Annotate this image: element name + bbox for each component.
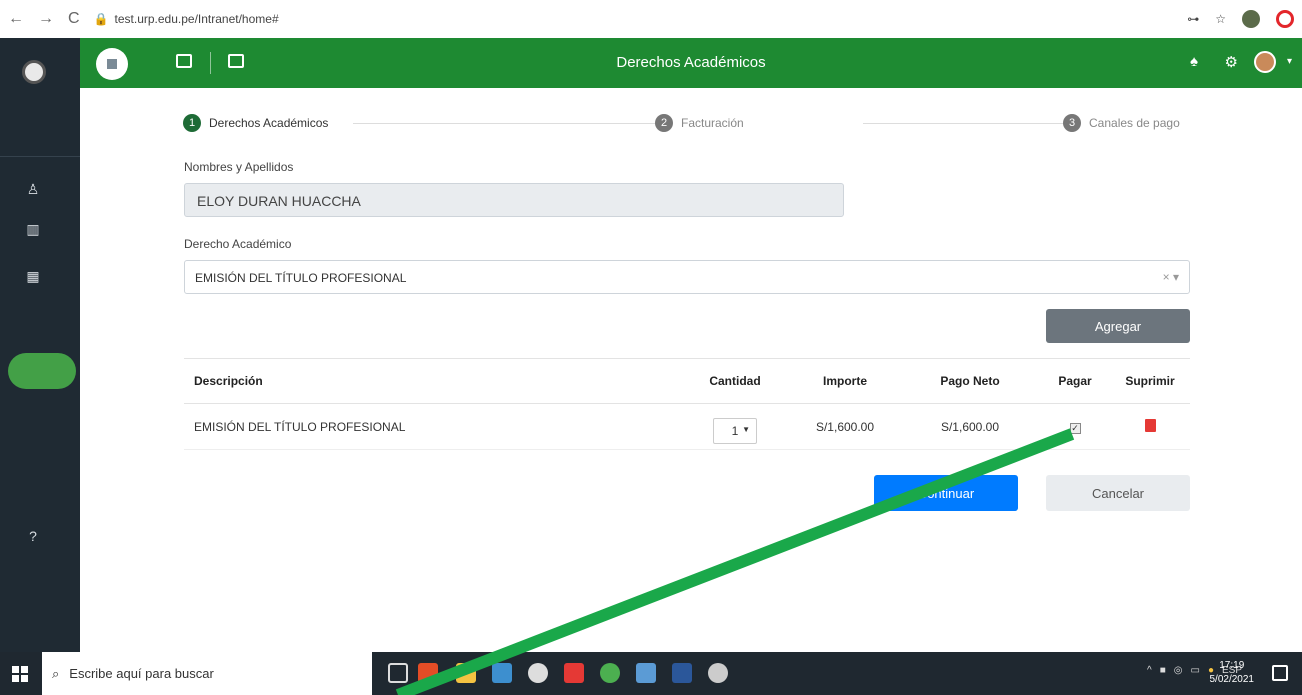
row-pagar-cell: ✓ xyxy=(1040,403,1110,450)
app-header: Derechos Académicos ♠ ⚙ ▾ xyxy=(80,38,1302,88)
step-3[interactable]: 3 Canales de pago xyxy=(1063,114,1188,132)
derecho-value: EMISIÓN DEL TÍTULO PROFESIONAL xyxy=(195,271,407,285)
page-title: Derechos Académicos xyxy=(616,54,766,71)
derecho-label: Derecho Académico xyxy=(184,237,292,251)
col-pagar: Pagar xyxy=(1040,358,1110,404)
app-icon[interactable] xyxy=(708,663,728,683)
col-pago-neto: Pago Neto xyxy=(900,358,1040,404)
trash-icon[interactable] xyxy=(1144,418,1156,432)
key-icon[interactable]: ⊶ xyxy=(1187,12,1199,26)
step-label: Facturación xyxy=(681,116,744,130)
windows-start-icon[interactable] xyxy=(12,666,28,682)
browser-toolbar: ← → C 🔒 test.urp.edu.pe/Intranet/home# ⊶… xyxy=(0,0,1302,38)
select-controls: × ▾ xyxy=(1163,270,1179,284)
step-number: 1 xyxy=(183,114,201,132)
col-descripcion: Descripción xyxy=(184,358,680,404)
avatar[interactable] xyxy=(1254,51,1276,73)
sidebar-active-pill[interactable] xyxy=(8,353,76,389)
step-number: 3 xyxy=(1063,114,1081,132)
row-descripcion: EMISIÓN DEL TÍTULO PROFESIONAL xyxy=(184,403,680,450)
app-icon[interactable] xyxy=(418,663,438,683)
opera-icon[interactable] xyxy=(1276,10,1294,28)
app-icon[interactable] xyxy=(492,663,512,683)
clear-icon[interactable]: × xyxy=(1163,270,1170,284)
col-cantidad: Cantidad xyxy=(680,358,790,404)
help-icon[interactable]: ? xyxy=(24,528,42,546)
chevron-up-icon[interactable]: ^ xyxy=(1147,665,1152,676)
search-placeholder: Escribe aquí para buscar xyxy=(69,666,214,681)
chevron-down-icon: ▼ xyxy=(742,424,750,434)
row-pago-neto: S/1,600.00 xyxy=(900,403,1040,450)
chrome-icon[interactable] xyxy=(600,663,620,683)
quantity-select[interactable]: 1 ▼ xyxy=(713,417,757,444)
app-icon[interactable] xyxy=(636,663,656,683)
cancel-button[interactable]: Cancelar xyxy=(1046,475,1190,511)
row-importe: S/1,600.00 xyxy=(790,403,900,450)
user-icon[interactable]: ♙ xyxy=(24,181,42,199)
university-logo[interactable] xyxy=(22,60,46,84)
app-icon[interactable] xyxy=(564,663,584,683)
table-header-row: Descripción Cantidad Importe Pago Neto P… xyxy=(184,358,1190,404)
step-2[interactable]: 2 Facturación xyxy=(655,114,752,132)
step-label: Derechos Académicos xyxy=(209,116,329,130)
name-field: ELOY DURAN HUACCHA xyxy=(184,183,844,217)
sidebar-divider xyxy=(0,156,80,157)
address-bar[interactable]: 🔒 test.urp.edu.pe/Intranet/home# xyxy=(94,12,279,26)
row-cantidad-cell: 1 ▼ xyxy=(680,403,790,450)
quantity-value: 1 xyxy=(731,423,739,438)
bell-icon[interactable]: ♠ xyxy=(1190,53,1198,70)
derecho-select[interactable]: EMISIÓN DEL TÍTULO PROFESIONAL × ▾ xyxy=(184,260,1190,294)
step-number: 2 xyxy=(655,114,673,132)
col-suprimir: Suprimir xyxy=(1110,358,1190,404)
taskbar-clock[interactable]: 17:19 5/02/2021 xyxy=(1210,659,1255,687)
step-1[interactable]: 1 Derechos Académicos xyxy=(183,114,337,132)
gear-icon[interactable]: ⚙ xyxy=(1225,53,1238,71)
star-icon[interactable]: ☆ xyxy=(1215,12,1226,26)
tray-icon[interactable]: ■ xyxy=(1160,665,1166,676)
step-label: Canales de pago xyxy=(1089,116,1180,130)
tray-icon[interactable]: ◎ xyxy=(1174,665,1183,676)
book-icon[interactable]: ▥ xyxy=(24,221,42,239)
lock-icon: 🔒 xyxy=(93,12,109,26)
task-view-icon[interactable] xyxy=(388,663,408,683)
table-row: EMISIÓN DEL TÍTULO PROFESIONAL 1 ▼ S/1,6… xyxy=(184,403,1190,450)
main-content: 1 Derechos Académicos 2 Facturación 3 Ca… xyxy=(80,88,1302,652)
back-icon[interactable]: ← xyxy=(8,10,24,28)
grid-icon[interactable]: ▦ xyxy=(24,268,42,286)
add-button[interactable]: Agregar xyxy=(1046,309,1190,343)
sidebar: ♙ ▥ ▦ ? xyxy=(0,38,80,652)
search-icon: ⌕ xyxy=(52,665,60,681)
stepper: 1 Derechos Académicos 2 Facturación 3 Ca… xyxy=(183,114,1193,134)
forward-icon[interactable]: → xyxy=(38,10,54,28)
browser-nav: ← → C xyxy=(0,10,80,28)
pagar-checkbox[interactable]: ✓ xyxy=(1069,422,1081,434)
url-text: test.urp.edu.pe/Intranet/home# xyxy=(114,12,279,26)
notification-icon[interactable] xyxy=(1272,665,1288,681)
continue-button[interactable]: Continuar xyxy=(874,475,1018,511)
app-icon[interactable] xyxy=(528,663,548,683)
row-suprimir-cell xyxy=(1110,403,1190,450)
clock-time: 17:19 xyxy=(1219,660,1245,671)
chevron-down-icon[interactable]: ▾ xyxy=(1287,56,1292,67)
reload-icon[interactable]: C xyxy=(68,10,80,28)
word-icon[interactable] xyxy=(672,663,692,683)
name-label: Nombres y Apellidos xyxy=(184,160,294,174)
profile-icon[interactable] xyxy=(1242,10,1260,28)
browser-extensions: ⊶ ☆ xyxy=(1187,10,1294,28)
taskbar-search[interactable]: ⌕ Escribe aquí para buscar xyxy=(42,652,372,695)
file-explorer-icon[interactable] xyxy=(456,663,476,683)
col-importe: Importe xyxy=(790,358,900,404)
clock-date: 5/02/2021 xyxy=(1209,674,1255,685)
network-icon[interactable]: ▭ xyxy=(1190,665,1199,676)
chevron-down-icon[interactable]: ▾ xyxy=(1173,270,1179,284)
windows-taskbar: ⌕ Escribe aquí para buscar ^ ■ ◎ ▭ ● ESP… xyxy=(0,652,1302,695)
derechos-table: Descripción Cantidad Importe Pago Neto P… xyxy=(184,358,1190,450)
